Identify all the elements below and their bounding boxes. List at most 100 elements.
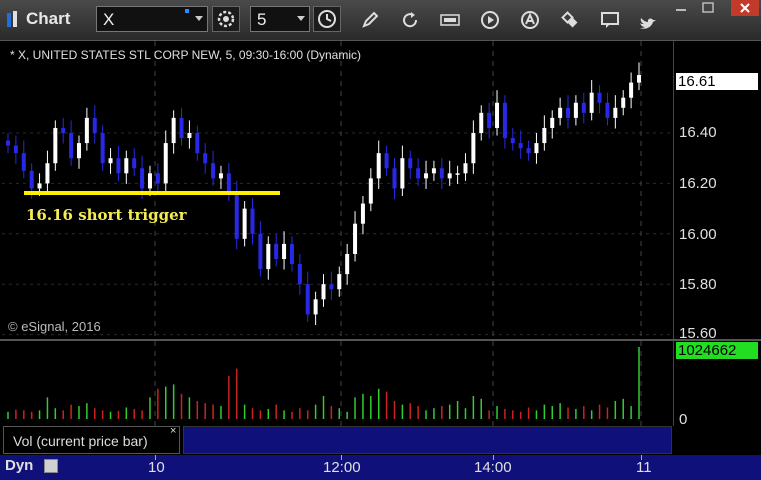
get-data-icon[interactable] — [439, 9, 461, 31]
candle-body — [305, 284, 310, 315]
candle-body — [455, 173, 460, 175]
candle-body — [534, 143, 539, 154]
y-tick-label: 16.00 — [679, 226, 717, 243]
gear-icon — [217, 10, 235, 28]
y-tick-label: 16.20 — [679, 175, 717, 192]
lock-icon[interactable] — [44, 459, 58, 473]
candle-body — [376, 153, 381, 179]
symbol-input[interactable]: X — [96, 6, 208, 32]
candle-body — [258, 233, 263, 270]
last-volume-box: 1024662 — [676, 342, 758, 359]
candle-body — [400, 158, 405, 189]
candle-body — [297, 264, 302, 285]
x-tick-label: 11 — [636, 459, 652, 476]
candle-body — [29, 170, 34, 189]
candle-body — [53, 127, 58, 164]
candle-body — [558, 107, 563, 118]
study-label[interactable]: Vol (current price bar) — [3, 426, 180, 454]
clock-icon — [318, 10, 336, 28]
link-icon[interactable] — [559, 9, 581, 31]
candle-body — [431, 168, 436, 174]
candle-body — [45, 163, 50, 184]
candle-body — [13, 145, 18, 154]
symbol-settings-button[interactable] — [212, 6, 240, 32]
refresh-icon[interactable] — [399, 9, 421, 31]
y-tick-label: 15.80 — [679, 276, 717, 293]
candle-body — [621, 97, 626, 108]
twitter-bird-icon[interactable] — [637, 14, 659, 36]
candle-body — [613, 107, 618, 118]
candle-body — [605, 102, 610, 118]
candle-body — [360, 203, 365, 224]
candle-body — [416, 168, 421, 179]
candle-body — [495, 102, 500, 128]
candle-body — [6, 140, 10, 146]
candle-body — [337, 274, 342, 290]
candle-body — [510, 138, 515, 144]
volume-chart[interactable] — [2, 341, 673, 426]
price-grid — [2, 41, 673, 339]
minimize-icon[interactable] — [670, 0, 692, 16]
last-price-box: 16.61 — [676, 73, 758, 90]
candle-body — [124, 158, 129, 174]
candle-body — [100, 133, 105, 164]
candle-body — [589, 92, 594, 113]
candle-body — [629, 82, 634, 98]
candle-body — [439, 168, 444, 179]
candle-body — [108, 158, 113, 164]
candle-body — [408, 158, 413, 169]
chevron-down-icon — [297, 16, 305, 21]
chart-legend: * X, UNITED STATES STL CORP NEW, 5, 09:3… — [10, 48, 361, 62]
x-tick-label: 14:00 — [474, 459, 512, 476]
trigger-annotation: 16.16 short trigger — [26, 206, 187, 224]
candle-body — [479, 112, 484, 133]
candle-body — [597, 92, 602, 103]
study-panel-area[interactable] — [183, 426, 672, 454]
candle-body — [329, 284, 334, 290]
candle-body — [69, 133, 74, 159]
candle-body — [368, 178, 373, 204]
candle-body — [518, 143, 523, 149]
pencil-icon[interactable] — [359, 9, 381, 31]
candle-body — [21, 153, 26, 171]
x-tick-label: 10 — [148, 459, 165, 476]
copyright-text: © eSignal, 2016 — [8, 319, 101, 334]
candle-body — [211, 163, 216, 179]
symbol-value: X — [103, 10, 115, 29]
candle-body — [203, 153, 208, 164]
interval-value: 5 — [257, 10, 267, 29]
mode-label[interactable]: Dyn — [5, 457, 33, 474]
candle-body — [573, 102, 578, 118]
close-icon[interactable] — [731, 0, 759, 16]
candle-body — [155, 173, 160, 184]
candle-body — [163, 143, 168, 184]
candle-body — [487, 112, 492, 128]
alert-icon[interactable] — [519, 9, 541, 31]
chart-toolbar: Chart X 5 — [0, 0, 761, 41]
price-chart[interactable] — [2, 41, 673, 339]
candle-body — [61, 127, 66, 133]
candle-body — [471, 133, 476, 164]
candle-body — [195, 133, 200, 154]
interval-input[interactable]: 5 — [250, 6, 310, 32]
window-title: Chart — [26, 9, 71, 28]
candle-body — [542, 127, 547, 144]
candle-body — [502, 102, 507, 139]
maximize-icon[interactable] — [697, 0, 719, 16]
chat-icon[interactable] — [599, 9, 621, 31]
y-tick-label: 16.40 — [679, 124, 717, 141]
candle-body — [289, 243, 294, 265]
interval-settings-button[interactable] — [313, 6, 341, 32]
study-close-button[interactable]: × — [170, 425, 176, 437]
last-volume-label: 1024662 — [678, 342, 737, 359]
candle-body — [392, 168, 397, 189]
symbol-link-indicator — [185, 9, 189, 13]
candle-body — [234, 193, 239, 239]
candle-body — [132, 158, 137, 169]
candle-body — [282, 243, 287, 259]
candle-body — [637, 75, 641, 83]
chevron-down-icon — [195, 16, 203, 21]
play-icon[interactable] — [479, 9, 501, 31]
candle-body — [140, 168, 145, 189]
candle-body — [313, 299, 318, 315]
